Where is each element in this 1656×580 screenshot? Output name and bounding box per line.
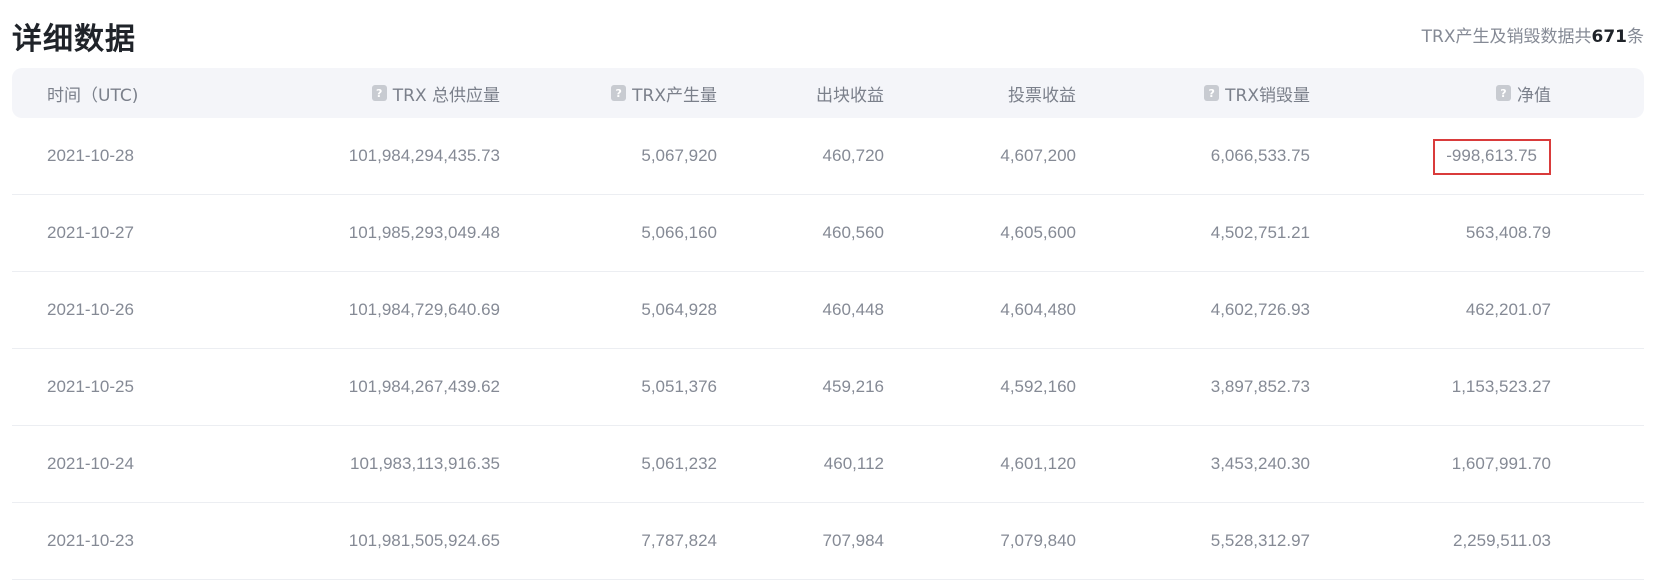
summary-suffix: 条 xyxy=(1627,27,1644,47)
cell-net: 462,201.07 xyxy=(1465,300,1551,319)
cell-net: 563,408.79 xyxy=(1465,223,1551,242)
table-row: 2021-10-26 101,984,729,640.69 5,064,928 … xyxy=(12,272,1644,349)
cell-net: -998,613.75 xyxy=(1446,146,1537,165)
cell-burn: 6,066,533.75 xyxy=(1210,146,1310,165)
table-row: 2021-10-27 101,985,293,049.48 5,066,160 … xyxy=(12,195,1644,272)
cell-block-reward: 460,720 xyxy=(822,146,884,165)
cell-net: 1,607,991.70 xyxy=(1451,454,1551,473)
table-row: 2021-10-23 101,981,505,924.65 7,787,824 … xyxy=(12,503,1644,580)
cell-supply: 101,984,729,640.69 xyxy=(348,300,500,319)
cell-date: 2021-10-25 xyxy=(47,377,134,396)
cell-vote-reward: 4,607,200 xyxy=(1000,146,1076,165)
cell-supply: 101,984,267,439.62 xyxy=(348,377,500,396)
table-row: 2021-10-25 101,984,267,439.62 5,051,376 … xyxy=(12,349,1644,426)
page-title: 详细数据 xyxy=(12,22,136,57)
column-header-production: ? TRX产生量 xyxy=(611,68,717,118)
cell-burn: 4,502,751.21 xyxy=(1210,223,1310,242)
cell-block-reward: 460,112 xyxy=(823,454,884,473)
cell-net: 1,153,523.27 xyxy=(1451,377,1551,396)
column-header-supply: ? TRX 总供应量 xyxy=(371,68,500,118)
column-header-supply-label: TRX 总供应量 xyxy=(392,85,500,106)
cell-net: 2,259,511.03 xyxy=(1453,531,1551,550)
cell-supply: 101,985,293,049.48 xyxy=(348,223,500,242)
column-header-block-reward: 出块收益 xyxy=(816,85,884,106)
column-header-burn-label: TRX销毁量 xyxy=(1225,85,1310,106)
cell-production: 5,051,376 xyxy=(641,377,717,396)
column-header-vote-reward: 投票收益 xyxy=(1008,85,1076,106)
cell-burn: 5,528,312.97 xyxy=(1210,531,1310,550)
cell-production: 5,067,920 xyxy=(641,146,717,165)
column-header-net-label: 净值 xyxy=(1517,85,1551,106)
cell-burn: 4,602,726.93 xyxy=(1210,300,1310,319)
cell-block-reward: 460,560 xyxy=(822,223,884,242)
cell-block-reward: 460,448 xyxy=(822,300,884,319)
cell-vote-reward: 7,079,840 xyxy=(1000,531,1076,550)
cell-date: 2021-10-24 xyxy=(47,454,134,473)
column-header-burn: ? TRX销毁量 xyxy=(1204,68,1310,118)
cell-burn: 3,453,240.30 xyxy=(1210,454,1310,473)
cell-vote-reward: 4,605,600 xyxy=(1000,223,1076,242)
cell-production: 5,064,928 xyxy=(641,300,717,319)
column-header-production-label: TRX产生量 xyxy=(632,85,717,106)
cell-production: 5,066,160 xyxy=(641,223,717,242)
cell-supply: 101,984,294,435.73 xyxy=(348,146,500,165)
cell-vote-reward: 4,604,480 xyxy=(1000,300,1076,319)
summary-prefix: TRX产生及销毁数据共 xyxy=(1421,27,1592,47)
cell-block-reward: 707,984 xyxy=(822,531,884,550)
table-row: 2021-10-28 101,984,294,435.73 5,067,920 … xyxy=(12,118,1644,195)
column-header-net: ? 净值 xyxy=(1496,68,1551,118)
cell-burn: 3,897,852.73 xyxy=(1210,377,1310,396)
cell-production: 5,061,232 xyxy=(641,454,717,473)
cell-block-reward: 459,216 xyxy=(822,377,884,396)
cell-date: 2021-10-26 xyxy=(47,300,134,319)
column-header-date[interactable]: 时间（UTC) xyxy=(47,68,138,118)
cell-supply: 101,983,113,916.35 xyxy=(350,454,500,473)
cell-vote-reward: 4,601,120 xyxy=(1000,454,1076,473)
table-header: 时间（UTC) ? TRX 总供应量 ? TRX产生量 出块收益 投票收益 ? TRX… xyxy=(12,68,1644,118)
help-icon[interactable]: ? xyxy=(1496,85,1511,101)
help-icon[interactable]: ? xyxy=(611,85,627,101)
cell-date: 2021-10-23 xyxy=(47,531,134,550)
cell-supply: 101,981,505,924.65 xyxy=(348,531,500,550)
cell-production: 7,787,824 xyxy=(641,531,717,550)
data-table: 时间（UTC) ? TRX 总供应量 ? TRX产生量 出块收益 投票收益 ? TRX… xyxy=(12,68,1644,580)
record-count: 671 xyxy=(1591,27,1628,47)
cell-date: 2021-10-27 xyxy=(47,223,134,242)
cell-vote-reward: 4,592,160 xyxy=(1000,377,1076,396)
help-icon[interactable]: ? xyxy=(1204,85,1220,101)
help-icon[interactable]: ? xyxy=(371,85,387,101)
table-row: 2021-10-24 101,983,113,916.35 5,061,232 … xyxy=(12,426,1644,503)
cell-date: 2021-10-28 xyxy=(47,146,134,165)
record-count-summary: TRX产生及销毁数据共671条 xyxy=(1422,22,1644,47)
